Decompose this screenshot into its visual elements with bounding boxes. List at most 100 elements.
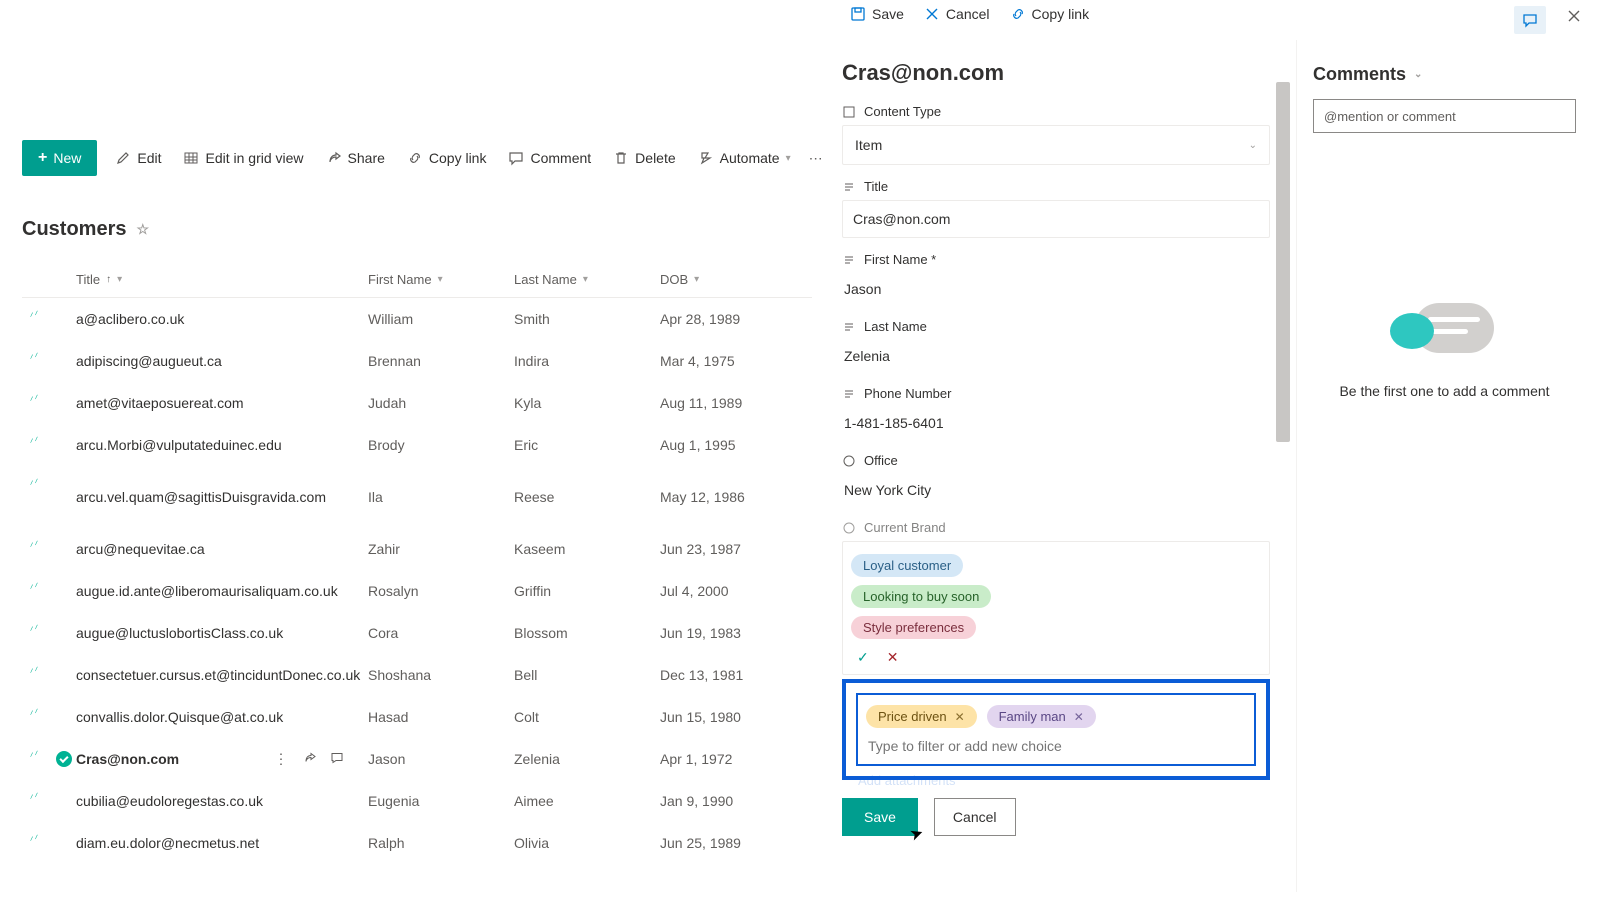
edit-command[interactable]: Edit — [111, 144, 165, 172]
link-icon — [407, 150, 423, 166]
panel-save-button[interactable]: Save — [842, 798, 918, 836]
table-row[interactable]: ⸝⸝⋮Cras@non.comJasonZeleniaApr 1, 1972 — [22, 738, 812, 780]
comment-command[interactable]: Comment — [504, 144, 595, 172]
delete-command[interactable]: Delete — [609, 144, 679, 172]
comment-input[interactable]: @mention or comment — [1313, 99, 1576, 133]
table-row[interactable]: ⸝⸝convallis.dolor.Quisque@at.co.ukHasadC… — [22, 696, 812, 738]
table-row[interactable]: ⸝⸝diam.eu.dolor@necmetus.netRalphOliviaJ… — [22, 822, 812, 864]
edit-label: Edit — [137, 150, 161, 166]
remove-tag-icon[interactable]: ✕ — [955, 710, 965, 724]
content-type-select[interactable]: Item ⌄ — [842, 125, 1270, 165]
cell-last: Aimee — [514, 793, 660, 809]
comments-panel: Comments⌄ @mention or comment Be the fir… — [1296, 40, 1592, 892]
text-icon — [842, 253, 856, 267]
table-row[interactable]: ⸝⸝arcu@nequevitae.caZahirKaseemJun 23, 1… — [22, 528, 812, 570]
confirm-check-icon[interactable]: ✓ — [857, 649, 869, 666]
item-panel: Cras@non.com Content Type Item ⌄ Title F… — [820, 40, 1290, 892]
cell-first: Ralph — [368, 835, 514, 851]
save-action[interactable]: Save — [850, 6, 904, 22]
table-row[interactable]: ⸝⸝adipiscing@augueut.caBrennanIndiraMar … — [22, 340, 812, 382]
cell-last: Reese — [514, 489, 660, 505]
cell-title: diam.eu.dolor@necmetus.net — [76, 835, 368, 851]
table-row[interactable]: ⸝⸝consectetuer.cursus.et@tinciduntDonec.… — [22, 654, 812, 696]
office-label: Office — [864, 453, 898, 468]
scroll-thumb[interactable] — [1276, 82, 1290, 442]
panel-scrollbar[interactable]: ▴ — [1276, 80, 1290, 886]
table-row[interactable]: ⸝⸝amet@vitaeposuereat.comJudahKylaAug 11… — [22, 382, 812, 424]
tag-loyal[interactable]: Loyal customer — [851, 554, 963, 577]
col-first[interactable]: First Name▾ — [368, 272, 514, 287]
table-row[interactable]: ⸝⸝a@aclibero.co.ukWilliamSmithApr 28, 19… — [22, 298, 812, 340]
share-command[interactable]: Share — [322, 144, 389, 172]
share-icon — [326, 150, 342, 166]
table-row[interactable]: ⸝⸝arcu.Morbi@vulputateduinec.eduBrodyEri… — [22, 424, 812, 466]
add-attachments-link[interactable]: Add attachments — [858, 773, 956, 788]
list-title: Customers — [22, 218, 126, 241]
panel-cancel-button[interactable]: Cancel — [934, 798, 1016, 836]
close-panel[interactable] — [1566, 8, 1582, 24]
comment-icon[interactable] — [330, 751, 344, 765]
cell-dob: Jun 25, 1989 — [660, 835, 810, 851]
cell-dob: May 12, 1986 — [660, 489, 810, 505]
copylink-action[interactable]: Copy link — [1010, 6, 1090, 22]
cell-title: amet@vitaeposuereat.com — [76, 395, 368, 411]
table-row[interactable]: ⸝⸝augue@luctuslobortisClass.co.ukCoraBlo… — [22, 612, 812, 654]
cell-dob: Jul 4, 2000 — [660, 583, 810, 599]
delete-icon — [613, 150, 629, 166]
chosen-tag-price[interactable]: Price driven✕ — [866, 705, 977, 728]
cell-first: Hasad — [368, 709, 514, 725]
cell-title: adipiscing@augueut.ca — [76, 353, 368, 369]
new-button[interactable]: +New — [22, 140, 97, 176]
cell-last: Olivia — [514, 835, 660, 851]
cell-dob: Jun 15, 1980 — [660, 709, 810, 725]
confirm-x-icon[interactable]: ✕ — [887, 649, 899, 666]
cell-last: Colt — [514, 709, 660, 725]
cell-dob: Aug 1, 1995 — [660, 437, 810, 453]
favorite-star-icon[interactable]: ☆ — [136, 221, 149, 238]
suggestions-dropdown[interactable]: Loyal customer Looking to buy soon Style… — [842, 541, 1270, 675]
grid-command[interactable]: Edit in grid view — [179, 144, 307, 172]
col-title[interactable]: Title↑▾ — [76, 272, 368, 287]
comment-label: Comment — [530, 150, 591, 166]
cell-first: Brennan — [368, 353, 514, 369]
phone-label: Phone Number — [864, 386, 951, 401]
col-last[interactable]: Last Name▾ — [514, 272, 660, 287]
copylink-command[interactable]: Copy link — [403, 144, 491, 172]
phone-value[interactable]: 1-481-185-6401 — [842, 407, 1270, 439]
office-value[interactable]: New York City — [842, 474, 1270, 506]
automate-command[interactable]: Automate▾ — [694, 144, 795, 172]
tag-filter-input[interactable] — [866, 732, 1246, 760]
sort-asc-icon: ↑ — [106, 274, 111, 285]
new-indicator-icon: ⸝⸝ — [26, 303, 40, 320]
table-row[interactable]: ⸝⸝cubilia@eudoloregestas.co.ukEugeniaAim… — [22, 780, 812, 822]
row-more-icon[interactable]: ⋮ — [274, 751, 288, 768]
share-label: Share — [348, 150, 385, 166]
last-name-value[interactable]: Zelenia — [842, 340, 1270, 372]
new-indicator-icon: ⸝⸝ — [26, 575, 40, 592]
cancel-action[interactable]: Cancel — [924, 6, 990, 22]
cell-last: Eric — [514, 437, 660, 453]
cell-first: Zahir — [368, 541, 514, 557]
cell-last: Zelenia — [514, 751, 660, 767]
copylink-label: Copy link — [1032, 6, 1090, 22]
table-row[interactable]: ⸝⸝arcu.vel.quam@sagittisDuisgravida.comI… — [22, 466, 812, 528]
remove-tag-icon[interactable]: ✕ — [1074, 710, 1084, 724]
chosen-tag-family[interactable]: Family man✕ — [987, 705, 1096, 728]
cell-dob: Mar 4, 1975 — [660, 353, 810, 369]
share-icon[interactable] — [302, 751, 316, 765]
tag-looking[interactable]: Looking to buy soon — [851, 585, 991, 608]
cell-first: Judah — [368, 395, 514, 411]
tag-style[interactable]: Style preferences — [851, 616, 976, 639]
title-input[interactable] — [842, 200, 1270, 238]
cell-first: William — [368, 311, 514, 327]
first-name-value[interactable]: Jason — [842, 273, 1270, 305]
comments-heading[interactable]: Comments⌄ — [1313, 64, 1582, 85]
table-row[interactable]: ⸝⸝augue.id.ante@liberomaurisaliquam.co.u… — [22, 570, 812, 612]
cell-title: arcu.Morbi@vulputateduinec.edu — [76, 437, 368, 453]
content-type-value: Item — [855, 137, 882, 153]
comments-toggle[interactable] — [1514, 6, 1546, 34]
delete-label: Delete — [635, 150, 675, 166]
col-dob[interactable]: DOB▾ — [660, 272, 810, 287]
copylink-label: Copy link — [429, 150, 487, 166]
customers-table: Title↑▾ First Name▾ Last Name▾ DOB▾ ⸝⸝a@… — [22, 262, 812, 864]
